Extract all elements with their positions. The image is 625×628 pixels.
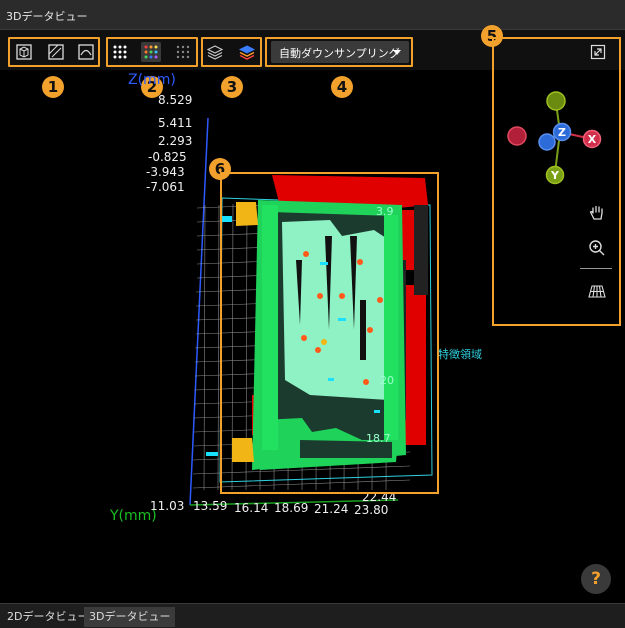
z-tick-3: -0.825 <box>148 150 187 164</box>
z-tick-5: -7.061 <box>146 180 185 194</box>
z-tick-0: 8.529 <box>158 93 193 107</box>
z-axis-label: Z(mm) <box>128 72 176 88</box>
z-negative-handle <box>538 133 556 151</box>
panel-divider <box>580 268 612 269</box>
zoom-in-icon <box>589 240 605 256</box>
feature-region-highlight <box>220 172 439 494</box>
y-axis-letter: Y <box>550 169 560 182</box>
expand-icon <box>590 44 606 60</box>
orientation-gizmo[interactable]: Z X Y <box>500 85 615 190</box>
zoom-button[interactable] <box>587 238 607 258</box>
z-axis-line <box>189 117 209 506</box>
x-negative-handle <box>507 126 527 146</box>
tab-2d-view[interactable]: 2Dデータビュー <box>2 607 93 627</box>
fullscreen-button[interactable] <box>588 42 608 62</box>
z-tick-2: 2.293 <box>158 134 193 148</box>
tab-3d-view[interactable]: 3Dデータビュー <box>84 607 176 627</box>
y-tick-5: 23.80 <box>354 503 389 517</box>
grid-plane-icon <box>588 285 606 298</box>
feature-region-label: 特徴領域 <box>438 348 482 361</box>
y-tick-2: 16.14 <box>234 501 269 515</box>
y-tick-1: 13.59 <box>193 499 228 513</box>
y-tick-4: 21.24 <box>314 502 349 516</box>
x-axis-letter: X <box>588 133 597 146</box>
view-tabs: 2Dデータビュー 3Dデータビュー <box>0 603 625 628</box>
grid-toggle-button[interactable] <box>587 281 607 301</box>
z-tick-1: 5.411 <box>158 116 193 130</box>
z-tick-4: -3.943 <box>146 165 185 179</box>
help-button[interactable]: ? <box>581 564 611 594</box>
hand-icon <box>589 205 603 220</box>
pan-button[interactable] <box>587 203 607 223</box>
y-negative-handle <box>546 91 566 111</box>
z-axis-letter: Z <box>558 126 566 139</box>
y-tick-0: 11.03 <box>150 499 185 513</box>
y-tick-3: 18.69 <box>274 501 309 515</box>
